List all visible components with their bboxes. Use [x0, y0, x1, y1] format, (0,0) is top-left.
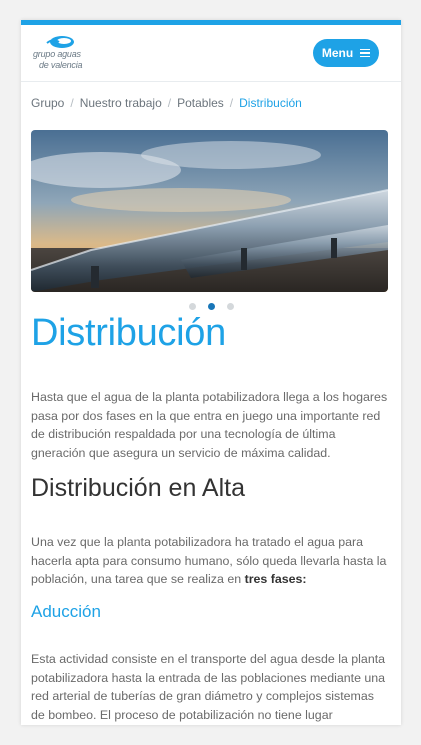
intro-paragraph: Hasta que el agua de la planta potabiliz…: [31, 390, 388, 460]
breadcrumb-current: Distribución: [239, 96, 302, 110]
hamburger-icon: [360, 47, 371, 60]
water-drop-logo-icon: [46, 36, 74, 48]
breadcrumb-separator: /: [70, 96, 74, 110]
menu-button[interactable]: Menu: [313, 39, 379, 67]
logo-text-line1: grupo aguas: [33, 49, 81, 59]
subsection-paragraph: Esta actividad consiste en el transporte…: [31, 652, 386, 722]
breadcrumb: Grupo / Nuestro trabajo / Potables / Distribuc…: [31, 96, 302, 110]
mobile-viewport: grupo aguas de valencia Menu Grupo / Nuest…: [21, 20, 401, 725]
hero-carousel-image[interactable]: [31, 130, 388, 292]
section-paragraph: Una vez que la planta potabilizadora ha …: [31, 533, 389, 589]
carousel-indicators: [21, 303, 401, 310]
carousel-dot-3[interactable]: [226, 303, 234, 310]
carousel-dot-2[interactable]: [207, 303, 215, 310]
carousel-dot-1[interactable]: [188, 303, 196, 310]
section-text: Una vez que la planta potabilizadora ha …: [31, 535, 387, 587]
breadcrumb-item-grupo[interactable]: Grupo: [31, 96, 64, 110]
pipeline-photo: [31, 130, 388, 292]
breadcrumb-separator: /: [229, 96, 234, 110]
section-text-bold: tres fases:: [244, 572, 307, 587]
subsection-heading: Aducción: [31, 602, 101, 621]
logo-text-line2: de valencia: [39, 60, 83, 70]
section-heading: Distribución en Alta: [31, 474, 246, 502]
page-title: Distribución: [31, 312, 226, 354]
brand-logo[interactable]: grupo aguas de valencia: [33, 35, 93, 75]
breadcrumb-item-potables[interactable]: Potables: [177, 96, 224, 110]
breadcrumb-separator: /: [167, 96, 172, 110]
breadcrumb-item-nuestro-trabajo[interactable]: Nuestro trabajo: [80, 96, 162, 110]
site-header: grupo aguas de valencia Menu: [21, 25, 401, 82]
menu-label: Menu: [321, 46, 354, 60]
